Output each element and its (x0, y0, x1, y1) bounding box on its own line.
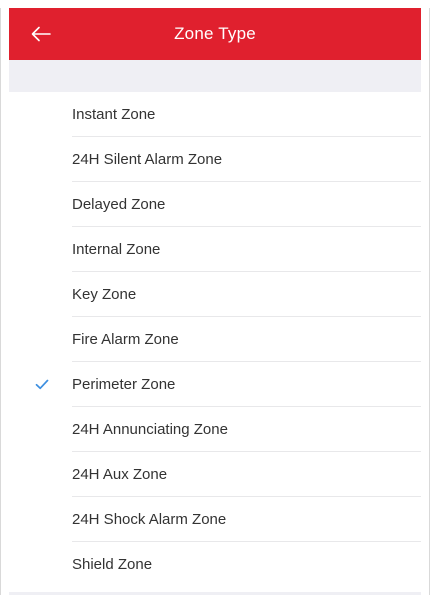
zone-type-label: 24H Annunciating Zone (72, 421, 228, 438)
header-bar: Zone Type (9, 8, 421, 60)
back-button[interactable] (19, 8, 63, 60)
zone-type-screen: Zone Type Instant Zone 24H Silent Alarm Z… (0, 8, 430, 595)
zone-type-label: Instant Zone (72, 106, 156, 123)
zone-type-label: Perimeter Zone (72, 376, 176, 393)
zone-type-option[interactable]: Internal Zone (9, 227, 421, 272)
zone-type-option[interactable]: Fire Alarm Zone (9, 317, 421, 362)
page-title: Zone Type (174, 24, 256, 43)
zone-type-option[interactable]: 24H Aux Zone (9, 452, 421, 497)
zone-type-option[interactable]: 24H Annunciating Zone (9, 407, 421, 452)
zone-type-label: 24H Shock Alarm Zone (72, 511, 227, 528)
checkmark-icon (35, 362, 49, 407)
zone-type-list: Instant Zone 24H Silent Alarm Zone Delayed… (9, 92, 421, 587)
zone-type-option[interactable]: 24H Silent Alarm Zone (9, 137, 421, 182)
zone-type-option[interactable]: Delayed Zone (9, 182, 421, 227)
section-spacer (9, 60, 421, 92)
zone-type-label: Fire Alarm Zone (72, 331, 179, 348)
arrow-left-icon (31, 26, 51, 42)
zone-type-option[interactable]: 24H Shock Alarm Zone (9, 497, 421, 542)
zone-type-option[interactable]: Shield Zone (9, 542, 421, 587)
zone-type-label: 24H Silent Alarm Zone (72, 151, 223, 168)
zone-type-option[interactable]: Key Zone (9, 272, 421, 317)
zone-type-option[interactable]: Perimeter Zone (9, 362, 421, 407)
zone-type-label: Shield Zone (72, 556, 153, 573)
zone-type-label: Internal Zone (72, 241, 161, 258)
zone-type-label: 24H Aux Zone (72, 466, 168, 483)
zone-type-label: Delayed Zone (72, 196, 166, 213)
zone-type-option[interactable]: Instant Zone (9, 92, 421, 137)
zone-type-label: Key Zone (72, 286, 137, 303)
